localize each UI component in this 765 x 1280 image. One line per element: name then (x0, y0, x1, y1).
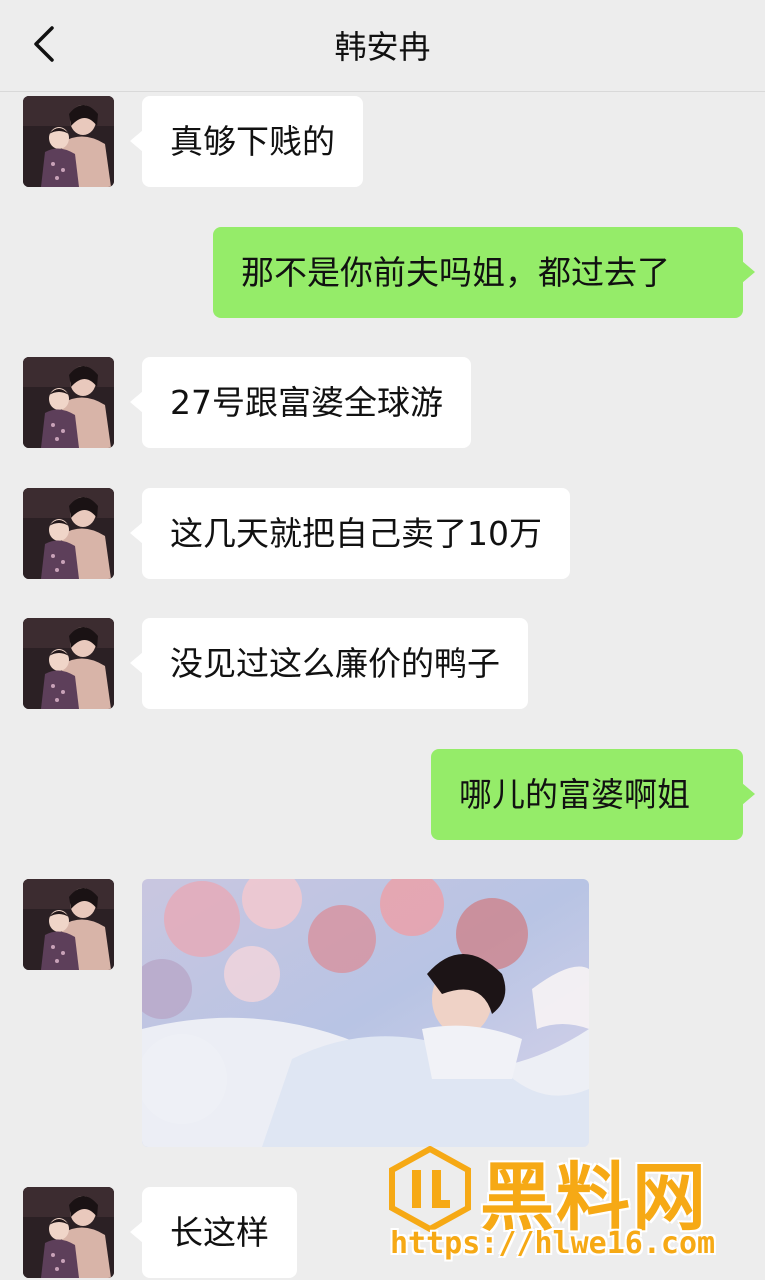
message-bubble-received[interactable]: 27号跟富婆全球游 (130, 357, 471, 448)
message-bubble-sent[interactable]: 哪儿的富婆啊姐 (431, 749, 755, 840)
avatar[interactable] (23, 96, 114, 187)
avatar[interactable] (23, 879, 114, 970)
watermark: 黑料网 https://hlwe16.com (380, 1140, 755, 1275)
message-image[interactable] (142, 879, 589, 1147)
avatar[interactable] (23, 1187, 114, 1278)
photo-image (142, 879, 589, 1147)
avatar-image (23, 618, 114, 709)
avatar[interactable] (23, 357, 114, 448)
avatar[interactable] (23, 488, 114, 579)
avatar-image (23, 1187, 114, 1278)
message-bubble-received[interactable]: 长这样 (130, 1187, 297, 1278)
avatar-image (23, 879, 114, 970)
avatar-image (23, 357, 114, 448)
message-bubble-received[interactable]: 没见过这么廉价的鸭子 (130, 618, 528, 709)
avatar-image (23, 488, 114, 579)
watermark-url: https://hlwe16.com (390, 1226, 716, 1261)
watermark-logo-icon (389, 1146, 471, 1232)
avatar-image (23, 96, 114, 187)
avatar[interactable] (23, 618, 114, 709)
message-bubble-received[interactable]: 这几天就把自己卖了10万 (130, 488, 570, 579)
message-bubble-received[interactable]: 真够下贱的 (130, 96, 363, 187)
chat-header: 韩安冉 (0, 0, 765, 92)
page-title: 韩安冉 (334, 28, 431, 66)
message-bubble-sent[interactable]: 那不是你前夫吗姐，都过去了 (213, 227, 755, 318)
